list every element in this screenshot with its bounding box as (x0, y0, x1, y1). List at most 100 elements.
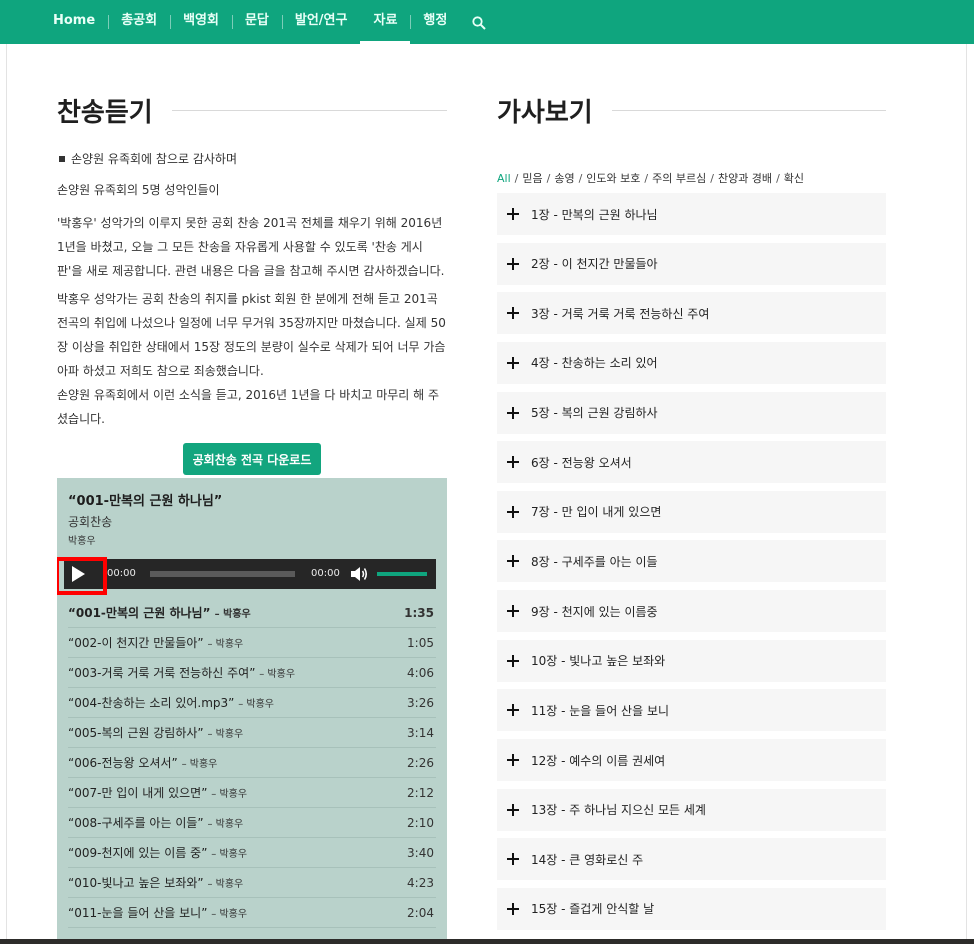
track-title: “003-거룩 거룩 거룩 전능하신 주여” – 박홍우 (68, 666, 296, 680)
track-duration: 2:12 (407, 785, 434, 800)
filter-link[interactable]: All (497, 172, 511, 185)
intro-bullet: 손양원 유족회에 참으로 감사하며 (57, 147, 447, 171)
filter-link[interactable]: 확신 (784, 172, 804, 185)
lyrics-item[interactable]: 14장 - 큰 영화로신 주 (497, 838, 886, 881)
playlist-track[interactable]: “006-전능왕 오셔서” – 박홍우 2:26 (68, 748, 436, 778)
track-artist: – 박홍우 (211, 909, 248, 920)
nav-item-qna[interactable]: 문답 (231, 0, 282, 44)
lyrics-item[interactable]: 12장 - 예수의 이름 권세여 (497, 739, 886, 782)
nav-item-home[interactable]: Home (40, 0, 108, 44)
plus-icon (507, 208, 519, 220)
filter-link[interactable]: 주의 부르심 (652, 172, 706, 185)
lyrics-item[interactable]: 6장 - 전능왕 오셔서 (497, 441, 886, 484)
track-duration: 3:14 (407, 725, 434, 740)
duration-time: 00:00 (311, 568, 340, 579)
plus-icon (507, 853, 519, 866)
seek-bar[interactable] (150, 571, 295, 577)
track-artist: – 박홍우 (259, 669, 296, 680)
lyrics-item[interactable]: 11장 - 눈을 들어 산을 보니 (497, 689, 886, 732)
lyrics-item[interactable]: 2장 - 이 천지간 만물들아 (497, 242, 886, 285)
filter-separator: / (514, 172, 519, 185)
lyrics-item[interactable]: 1장 - 만복의 근원 하나님 (497, 193, 886, 235)
track-duration: 4:23 (407, 875, 434, 890)
playlist-track[interactable]: “008-구세주를 아는 이들” – 박홍우 2:10 (68, 808, 436, 838)
player-controls: 00:00 00:00 (64, 559, 436, 589)
filter-link[interactable]: 찬양과 경배 (718, 172, 772, 185)
playlist-track[interactable]: “002-이 천지간 만물들아” – 박홍우 1:05 (68, 628, 436, 658)
lyrics-item-title: 8장 - 구세주를 아는 이들 (531, 554, 658, 569)
track-title: “005-복의 근원 강림하사” – 박홍우 (68, 726, 244, 740)
lyrics-item[interactable]: 4장 - 찬송하는 소리 있어 (497, 341, 886, 384)
download-all-button[interactable]: 공회찬송 전곡 다운로드 (183, 443, 321, 475)
playlist-track[interactable]: “004-찬송하는 소리 있어.mp3” – 박홍우 3:26 (68, 688, 436, 718)
lyrics-item-title: 6장 - 전능왕 오셔서 (531, 455, 632, 470)
intro-paragraph-2: '박홍우' 성악가의 이루지 못한 공회 찬송 201곡 전체를 채우기 위해 … (57, 216, 445, 278)
page-frame-left (6, 44, 7, 944)
playlist-track[interactable]: “001-만복의 근원 하나님” – 박홍우 1:35 (68, 598, 436, 628)
lyrics-item-title: 14장 - 큰 영화로신 주 (531, 852, 644, 867)
lyrics-item-title: 12장 - 예수의 이름 권세여 (531, 753, 666, 768)
lyrics-item-title: 4장 - 찬송하는 소리 있어 (531, 356, 658, 371)
track-duration: 1:05 (407, 635, 434, 650)
lyrics-item[interactable]: 9장 - 천지에 있는 이름중 (497, 590, 886, 633)
track-title: “007-만 입이 내게 있으면” – 박홍우 (68, 786, 248, 800)
audio-player: “001-만복의 근원 하나님” 공회찬송 박홍우 00:00 00:00 “0… (57, 478, 447, 944)
now-playing-album: 공회찬송 (68, 515, 113, 529)
intro-paragraph-1: 손양원 유족회의 5명 성악인들이 (57, 183, 220, 197)
main-nav: Home 총공회 백영회 문답 발언/연구 자료 행정 (40, 0, 487, 44)
lyrics-item[interactable]: 5장 - 복의 근원 강림하사 (497, 391, 886, 434)
listen-section-title: 찬송듣기 (57, 98, 153, 128)
lyrics-list: 1장 - 만복의 근원 하나님 2장 - 이 천지간 만물들아 3장 - 거룩 거룩… (497, 193, 886, 938)
plus-icon (507, 356, 519, 369)
plus-icon (507, 704, 519, 717)
filter-link[interactable]: 송영 (554, 172, 574, 185)
playlist-track[interactable]: “007-만 입이 내게 있으면” – 박홍우 2:12 (68, 778, 436, 808)
track-artist: – 박홍우 (211, 789, 248, 800)
track-artist: – 박홍우 (214, 609, 251, 620)
filter-separator: / (710, 172, 714, 185)
filter-separator: / (578, 172, 583, 185)
track-title: “002-이 천지간 만물들아” – 박홍우 (68, 636, 244, 650)
nav-item-administration[interactable]: 행정 (410, 0, 460, 44)
lyrics-item[interactable]: 3장 - 거룩 거룩 거룩 전능하신 주여 (497, 292, 886, 335)
volume-slider[interactable] (377, 572, 427, 576)
filter-separator: / (776, 172, 780, 185)
lyrics-item-title: 9장 - 천지에 있는 이름중 (531, 604, 658, 619)
plus-icon (507, 605, 519, 618)
lyrics-item-title: 1장 - 만복의 근원 하나님 (531, 207, 658, 222)
lyrics-item-title: 5장 - 복의 근원 강림하사 (531, 406, 658, 421)
volume-icon[interactable] (349, 565, 369, 583)
track-artist: – 박홍우 (238, 699, 274, 710)
nav-item-chonggonghoe[interactable]: 총공회 (108, 0, 170, 44)
playlist-track[interactable]: “010-빛나고 높은 보좌와” – 박홍우 4:23 (68, 868, 436, 898)
lyrics-item-title: 3장 - 거룩 거룩 거룩 전능하신 주여 (531, 306, 710, 321)
track-title: “011-눈을 들어 산을 보니” – 박홍우 (68, 906, 248, 920)
filter-link[interactable]: 믿음 (522, 172, 542, 185)
playlist-track[interactable]: “005-복의 근원 강림하사” – 박홍우 3:14 (68, 718, 436, 748)
filter-link[interactable]: 인도와 보호 (586, 172, 640, 185)
nav-item-statements-research[interactable]: 발언/연구 (281, 0, 361, 44)
playlist-track[interactable]: “003-거룩 거룩 거룩 전능하신 주여” – 박홍우 4:06 (68, 658, 436, 688)
filter-separator: / (546, 172, 551, 185)
lyrics-item[interactable]: 10장 - 빛나고 높은 보좌와 (497, 639, 886, 682)
nav-item-baekyeonghoe[interactable]: 백영회 (170, 0, 232, 44)
search-icon[interactable] (472, 16, 487, 30)
plus-icon (507, 456, 519, 469)
lyrics-item[interactable]: 7장 - 만 입이 내게 있으면 (497, 490, 886, 533)
intro-bullet-text: 손양원 유족회에 참으로 감사하며 (71, 152, 238, 166)
lyrics-item[interactable]: 13장 - 주 하나님 지으신 모든 세계 (497, 788, 886, 831)
track-title: “001-만복의 근원 하나님” – 박홍우 (68, 606, 251, 620)
plus-icon (507, 307, 519, 320)
current-time: 00:00 (107, 568, 136, 579)
lyrics-item-title: 7장 - 만 입이 내게 있으면 (531, 505, 662, 520)
playlist-track[interactable]: “011-눈을 들어 산을 보니” – 박홍우 2:04 (68, 898, 436, 928)
track-duration: 2:10 (407, 815, 434, 830)
playlist-track[interactable]: “009-천지에 있는 이름 중” – 박홍우 3:40 (68, 838, 436, 868)
intro-paragraph-3: 박홍우 성악가는 공회 찬송의 취지를 pkist 회원 한 분에게 전해 듣고… (57, 292, 446, 378)
lyrics-item-title: 13장 - 주 하나님 지으신 모든 세계 (531, 803, 706, 818)
plus-icon (507, 505, 519, 518)
lyrics-item[interactable]: 15장 - 즐겁게 안식할 날 (497, 887, 886, 930)
plus-icon (507, 902, 519, 915)
lyrics-item[interactable]: 8장 - 구세주를 아는 이들 (497, 540, 886, 583)
nav-item-resources[interactable]: 자료 (360, 0, 411, 44)
